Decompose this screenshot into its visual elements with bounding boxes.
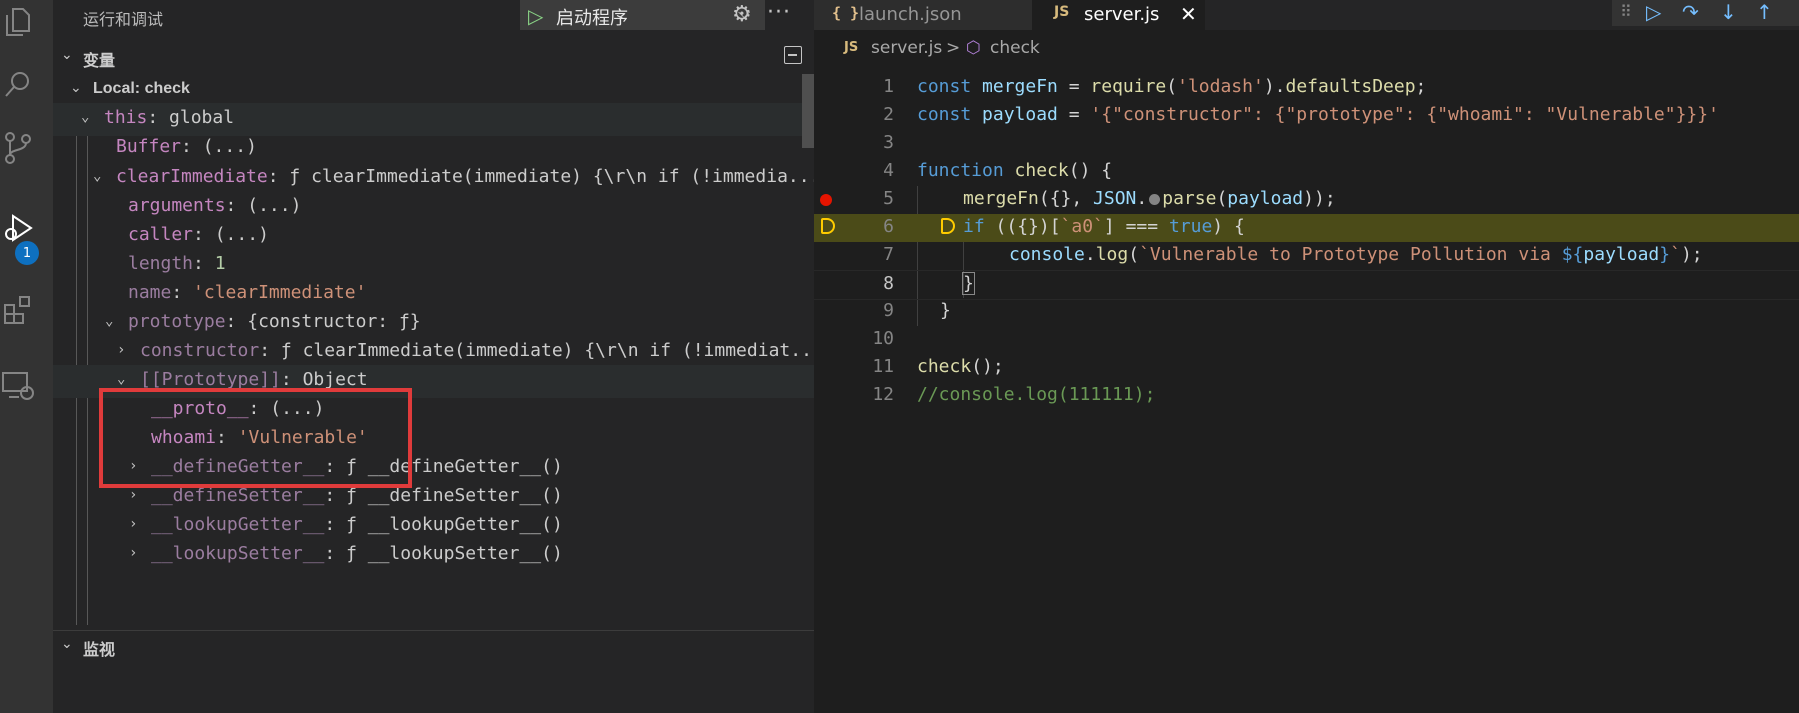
code-line[interactable]: 2 const payload = '{"constructor": {"pro… [814, 102, 1799, 130]
variables-section-title: 变量 [83, 51, 116, 70]
variables-tree: ⌄ Local: check ⌄ this: global Buffer: (.… [53, 74, 814, 625]
step-out-icon[interactable]: ↑ [1756, 0, 1773, 24]
sidebar-title: 运行和调试 [83, 10, 164, 29]
chevron-down-icon: ⌄ [93, 168, 102, 184]
inline-stack-frame-icon [941, 218, 955, 234]
chevron-down-icon: ⌄ [117, 371, 126, 387]
code-line-current[interactable]: 8 } [814, 270, 1799, 300]
activity-bar: 1 [0, 0, 53, 713]
js-file-icon: JS [1054, 4, 1070, 20]
variables-section-header[interactable]: ⌄ 变量 [53, 42, 814, 72]
launch-config-select[interactable]: ▷ 启动程序 ⌵ [520, 0, 765, 30]
code-line[interactable]: 7 console.log(`Vulnerable to Prototype P… [814, 242, 1799, 270]
gear-icon[interactable]: ⚙ [732, 2, 752, 27]
scope-label: Local: check [93, 80, 190, 97]
breadcrumb-symbol[interactable]: check [990, 38, 1040, 58]
annotation-highlight-box [99, 388, 412, 488]
code-line-paused[interactable]: 6 if (({})[`a0`] === true) { [814, 214, 1799, 242]
code-line[interactable]: 10 [814, 326, 1799, 354]
inline-breakpoint-icon[interactable] [1149, 193, 1161, 205]
debug-badge: 1 [15, 241, 39, 265]
code-line[interactable]: 3 [814, 130, 1799, 158]
chevron-right-icon: › [117, 342, 126, 358]
tab-label: server.js [1084, 4, 1160, 25]
code-line[interactable]: 4 function check() { [814, 158, 1799, 186]
chevron-right-icon: > [946, 38, 961, 58]
code-editor[interactable]: 1 const mergeFn = require('lodash').defa… [814, 74, 1799, 405]
collapse-all-icon[interactable] [784, 46, 802, 64]
chevron-down-icon: ⌄ [105, 313, 114, 329]
continue-icon[interactable]: ▷ [1646, 0, 1661, 24]
breadcrumb-file[interactable]: server.js [871, 38, 942, 58]
variables-scrollbar[interactable] [802, 74, 814, 148]
tree-item-buffer[interactable]: Buffer: (...) [53, 132, 814, 165]
chevron-down-icon: ⌄ [81, 109, 90, 125]
search-icon[interactable] [0, 64, 36, 104]
code-line[interactable]: 11 check(); [814, 354, 1799, 382]
chevron-right-icon: › [129, 487, 138, 503]
step-into-icon[interactable]: ↓ [1720, 0, 1737, 24]
chevron-right-icon: › [129, 516, 138, 532]
watch-section-header[interactable]: ⌄ 监视 [53, 630, 814, 661]
close-icon[interactable]: ✕ [1180, 2, 1197, 26]
step-over-icon[interactable]: ↷ [1682, 0, 1699, 24]
more-actions-icon[interactable]: ··· [767, 0, 791, 25]
sidebar-header: 运行和调试 ▷ 启动程序 ⌵ ⚙ ··· [53, 0, 814, 32]
editor-area: { } launch.json JS server.js ✕ ⠿ ▷ ↷ ↓ ↑… [814, 0, 1799, 713]
explorer-icon[interactable] [0, 2, 36, 42]
code-line[interactable]: 5 mergeFn({}, JSON. parse(payload)); [814, 186, 1799, 214]
remote-explorer-icon[interactable] [0, 366, 36, 406]
tab-launch-json[interactable]: { } launch.json [814, 0, 1032, 30]
debug-toolbar: ⠿ ▷ ↷ ↓ ↑ [1612, 0, 1799, 26]
launch-config-label: 启动程序 [556, 8, 628, 29]
tab-server-js[interactable]: JS server.js ✕ [1032, 0, 1205, 30]
symbol-method-icon: ⬡ [966, 38, 981, 58]
drag-handle-icon[interactable]: ⠿ [1620, 2, 1632, 21]
tab-label: launch.json [859, 4, 962, 25]
code-line[interactable]: 12 //console.log(111111); [814, 382, 1799, 410]
watch-section-title: 监视 [83, 640, 116, 659]
json-file-icon: { } [832, 4, 860, 22]
chevron-down-icon: ⌄ [61, 47, 73, 63]
debug-sidebar: 运行和调试 ▷ 启动程序 ⌵ ⚙ ··· ⌄ 变量 ⌄ Local: check… [53, 0, 814, 713]
start-debugging-icon[interactable]: ▷ [528, 4, 543, 28]
tree-item-lookupsetter[interactable]: › __lookupSetter__: ƒ __lookupSetter__() [53, 539, 814, 572]
js-file-icon: JS [844, 40, 859, 55]
code-line[interactable]: 9 } [814, 298, 1799, 326]
source-control-icon[interactable] [0, 128, 36, 168]
extensions-icon[interactable] [0, 290, 36, 330]
chevron-down-icon: ⌄ [70, 80, 82, 96]
code-line[interactable]: 1 const mergeFn = require('lodash').defa… [814, 74, 1799, 102]
chevron-down-icon: ⌄ [61, 636, 73, 652]
chevron-right-icon: › [129, 545, 138, 561]
